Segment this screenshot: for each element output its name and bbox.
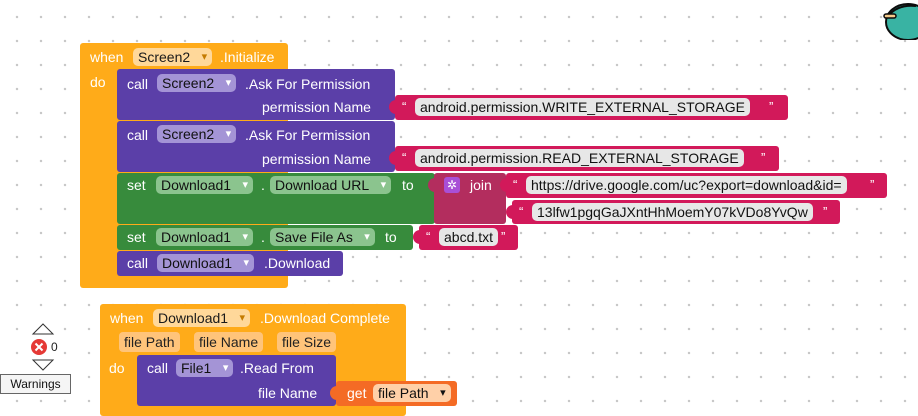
call-label: call	[147, 360, 169, 376]
set-download-url-block[interactable]: set Download1 . Download URL to	[117, 173, 435, 224]
write-storage-text-block[interactable]: “ android.permission.WRITE_EXTERNAL_STOR…	[389, 95, 788, 120]
download1-component-dropdown[interactable]: Download1	[156, 176, 254, 194]
read-storage-permission-value[interactable]: android.permission.READ_EXTERNAL_STORAGE	[415, 149, 744, 167]
download1-component-dropdown[interactable]: Download1	[153, 309, 251, 327]
event-param-file-size[interactable]: file Size	[277, 332, 337, 352]
text-socket-plug	[506, 205, 513, 219]
close-quote: ”	[769, 99, 774, 114]
read-storage-text-block[interactable]: “ android.permission.READ_EXTERNAL_STORA…	[389, 146, 779, 171]
get-label: get	[347, 385, 367, 401]
to-label: to	[402, 177, 414, 193]
initialize-event-label: .Initialize	[220, 49, 275, 65]
call-label: call	[127, 127, 149, 143]
error-icon[interactable]	[30, 338, 48, 356]
close-quote: ”	[761, 150, 766, 165]
screen2-component-dropdown[interactable]: Screen2	[157, 125, 237, 143]
collapse-up-arrow-icon[interactable]	[31, 322, 55, 336]
to-label: to	[385, 229, 397, 245]
event-param-file-path[interactable]: file Path	[119, 332, 180, 352]
join-label: join	[470, 177, 492, 193]
text-socket-plug	[500, 178, 507, 192]
file-name-param-label: file Name	[258, 385, 318, 401]
do-label: do	[90, 74, 106, 90]
text-socket-plug	[389, 151, 396, 165]
set-label: set	[127, 177, 146, 193]
open-quote: “	[513, 177, 518, 192]
open-quote: “	[519, 204, 524, 219]
save-file-as-property-dropdown[interactable]: Save File As	[270, 228, 375, 246]
text-socket-plug	[413, 230, 420, 244]
close-quote: ”	[501, 229, 506, 244]
close-quote: ”	[870, 177, 875, 192]
open-quote: “	[426, 229, 431, 244]
error-count: 0	[51, 340, 58, 354]
dot-separator: .	[261, 229, 265, 245]
backpack-icon[interactable]	[880, 0, 918, 40]
set-save-file-as-block[interactable]: set Download1 . Save File As to	[117, 225, 413, 250]
download-url-property-dropdown[interactable]: Download URL	[270, 176, 392, 194]
permission-name-param-label: permission Name	[262, 99, 371, 115]
open-quote: “	[402, 99, 407, 114]
close-quote: ”	[823, 204, 828, 219]
call-label: call	[127, 255, 149, 271]
download1-component-dropdown[interactable]: Download1	[157, 254, 255, 272]
text-socket-plug	[389, 100, 396, 114]
screen2-component-dropdown[interactable]: Screen2	[133, 48, 213, 66]
do-label: do	[109, 360, 125, 376]
call-read-from-block[interactable]: call File1 .Read From file Name	[137, 355, 336, 406]
file-id-text-block[interactable]: “ 13lfw1pgqGaJXntHhMoemY07kVDo8YvQw ”	[506, 200, 840, 224]
call-download-block[interactable]: call Download1 .Download	[117, 251, 343, 276]
download-complete-event-label: .Download Complete	[260, 310, 390, 326]
download-method-label: .Download	[264, 255, 331, 271]
filename-value[interactable]: abcd.txt	[439, 228, 499, 246]
set-label: set	[127, 229, 146, 245]
when-label: when	[110, 310, 144, 326]
file-path-variable-dropdown[interactable]: file Path	[373, 384, 451, 402]
download1-component-dropdown[interactable]: Download1	[156, 228, 254, 246]
screen2-component-dropdown[interactable]: Screen2	[157, 74, 237, 92]
filename-text-block[interactable]: “ abcd.txt ”	[413, 225, 518, 250]
event-param-file-name[interactable]: file Name	[194, 332, 264, 352]
url-prefix-text-block[interactable]: “ https://drive.google.com/uc?export=dow…	[500, 173, 887, 198]
expand-down-arrow-icon[interactable]	[31, 358, 55, 372]
ask-permission-call-block[interactable]: call Screen2 .Ask For Permission permiss…	[117, 69, 395, 120]
ask-for-permission-method-label: .Ask For Permission	[245, 76, 371, 92]
get-file-path-block[interactable]: get file Path	[330, 381, 457, 406]
file1-component-dropdown[interactable]: File1	[176, 359, 234, 377]
write-storage-permission-value[interactable]: android.permission.WRITE_EXTERNAL_STORAG…	[415, 98, 750, 116]
read-from-method-label: .Read From	[240, 360, 314, 376]
join-block[interactable]: ✲ join	[428, 173, 506, 224]
dot-separator: .	[261, 177, 265, 193]
join-socket-plug	[428, 178, 435, 192]
open-quote: “	[402, 150, 407, 165]
call-label: call	[127, 76, 149, 92]
url-prefix-value[interactable]: https://drive.google.com/uc?export=downl…	[526, 176, 847, 194]
file-id-value[interactable]: 13lfw1pgqGaJXntHhMoemY07kVDo8YvQw	[532, 203, 813, 221]
permission-name-param-label: permission Name	[262, 151, 371, 167]
get-socket-plug	[330, 386, 337, 400]
warnings-toggle-button[interactable]: Warnings	[0, 374, 71, 394]
ask-permission-call-block[interactable]: call Screen2 .Ask For Permission permiss…	[117, 121, 395, 172]
gear-icon[interactable]: ✲	[444, 177, 460, 193]
when-label: when	[90, 49, 124, 65]
ask-for-permission-method-label: .Ask For Permission	[245, 127, 371, 143]
